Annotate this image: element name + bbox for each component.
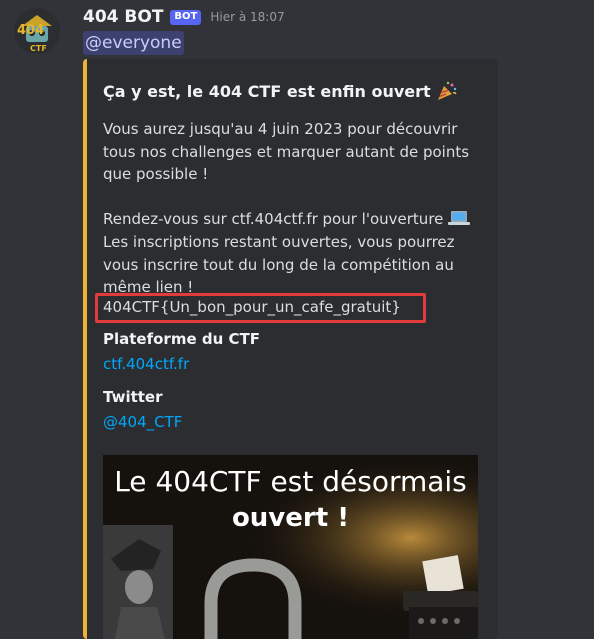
portrait-photo [103,525,173,639]
embed-image[interactable]: Le 404CTF est désormais ouvert ! [103,455,478,639]
embed-description: Vous aurez jusqu'au 4 juin 2023 pour déc… [103,118,483,299]
field-link-twitter[interactable]: @404_CTF [103,413,182,431]
image-headline-line2: ouvert ! [231,503,350,533]
field-link-platform[interactable]: ctf.404ctf.fr [103,355,189,373]
bot-tag: BOT [170,9,202,25]
username[interactable]: 404 BOT [83,7,163,27]
bot-avatar[interactable]: 404 CTF [14,8,60,54]
avatar-badge-text: 404 [17,23,44,38]
description-paragraph-1: Vous aurez jusqu'au 4 juin 2023 pour déc… [103,120,470,184]
description-paragraph-2: Rendez-vous sur ctf.404ctf.fr pour l'ouv… [103,210,444,229]
everyone-mention[interactable]: @everyone [83,31,184,55]
field-name-platform: Plateforme du CTF [103,330,260,348]
announcement-embed: Ça y est, le 404 CTF est enfin ouvert Vo… [83,59,498,639]
party-popper-icon [437,81,457,100]
image-headline-line1: Le 404CTF est désormais [114,465,467,498]
ctf-logo-icon: 404 CTF [14,8,60,54]
embed-title-text: Ça y est, le 404 CTF est enfin ouvert [103,81,431,101]
avatar-ctf-text: CTF [30,44,47,53]
embed-title: Ça y est, le 404 CTF est enfin ouvert [103,81,458,101]
description-paragraph-3: Les inscriptions restant ouvertes, vous … [103,232,455,297]
message-header: 404 BOT BOT Hier à 18:07 [83,6,285,28]
laptop-icon [448,211,471,226]
flag-text: 404CTF{Un_bon_pour_un_cafe_gratuit} [103,298,401,316]
field-name-twitter: Twitter [103,388,163,406]
timestamp: Hier à 18:07 [210,10,285,24]
